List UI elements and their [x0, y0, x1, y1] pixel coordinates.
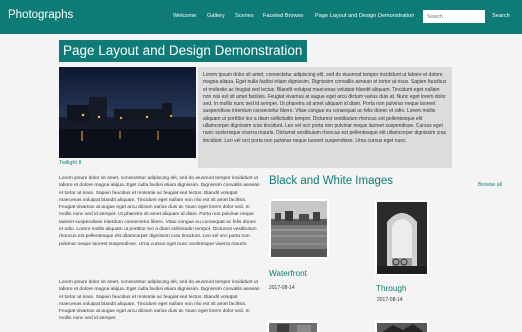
through-image [375, 200, 429, 276]
gallery-image-3 [267, 321, 319, 332]
gallery-thumb-waterfront[interactable] [269, 199, 329, 259]
gallery-item-date: 2017-08-14 [377, 297, 403, 303]
body-paragraph-2: Lorem ipsum dolor sit amet, consectetur … [59, 280, 260, 322]
nav-page-layout[interactable]: Page Layout and Design Demonstration [315, 13, 414, 19]
hero-text: Lorem ipsum dolor sit amet, consectetur … [203, 72, 447, 144]
top-nav-bar: Photographs Welcome Gallery Scenes Facet… [0, 0, 522, 34]
browse-all-link[interactable]: Browse all [478, 182, 502, 188]
gallery-image-4 [375, 321, 429, 332]
page-title: Page Layout and Design Demonstration [59, 40, 308, 62]
waterfront-image [269, 199, 329, 259]
hero-photo-image [59, 67, 196, 158]
nav-scenes[interactable]: Scenes [235, 13, 254, 19]
gallery-thumb-4[interactable] [375, 320, 429, 332]
gallery-item-title[interactable]: Through [376, 284, 407, 293]
gallery-thumb-3[interactable] [267, 320, 319, 332]
gallery-thumb-through[interactable] [375, 200, 429, 276]
body-paragraph-1: Lorem ipsum dolor sit amet, consectetur … [59, 176, 260, 247]
search-input[interactable] [423, 10, 485, 23]
gallery-item-title[interactable]: Waterfront [269, 269, 307, 278]
hero-text-box: Lorem ipsum dolor sit amet, consectetur … [198, 67, 452, 168]
brand-title[interactable]: Photographs [8, 9, 73, 21]
nav-faceted-browse[interactable]: Faceted Browse [263, 13, 303, 19]
gallery-item-date: 2017-08-14 [269, 285, 295, 291]
gallery-section-title: Black and White Images [269, 175, 394, 187]
search-button[interactable]: Search [492, 13, 510, 19]
nav-welcome[interactable]: Welcome [173, 13, 196, 19]
hero-photo[interactable] [59, 67, 196, 158]
hero-caption[interactable]: Twilight II [59, 160, 81, 166]
nav-gallery[interactable]: Gallery [207, 13, 225, 19]
